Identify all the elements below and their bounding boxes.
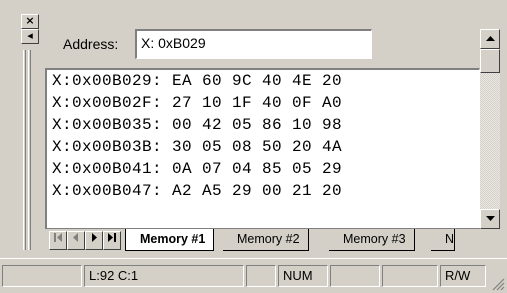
next-icon — [92, 233, 97, 242]
first-icon — [54, 233, 62, 242]
triangle-down-icon — [485, 216, 495, 221]
close-icon: × — [25, 14, 35, 27]
pin-icon: ◂ — [27, 29, 33, 42]
tab-memory-3[interactable]: Memory #3 — [329, 229, 415, 251]
tab-label: N — [445, 232, 455, 246]
tab-strip: Memory #1 Memory #2 Memory #3 N — [45, 228, 480, 252]
status-pane-empty — [330, 265, 380, 287]
tab-last-button[interactable] — [103, 231, 121, 250]
last-icon — [108, 233, 116, 242]
tab-next-button[interactable] — [85, 231, 103, 250]
prev-icon — [73, 233, 78, 242]
memory-line[interactable]: X:0x00B047: A2 A5 29 00 21 20 — [47, 180, 479, 202]
close-pane-button[interactable]: × — [21, 14, 39, 29]
tab-prev-button[interactable] — [67, 231, 85, 250]
vertical-scrollbar[interactable] — [480, 29, 500, 229]
memory-line[interactable]: X:0x00B03B: 30 05 08 50 20 4A — [47, 136, 479, 158]
tab-first-button[interactable] — [49, 231, 67, 250]
scroll-up-button[interactable] — [480, 29, 500, 49]
dock-grip-line[interactable] — [28, 50, 31, 250]
status-bar: L:92 C:1 NUM R/W — [0, 258, 507, 293]
status-num: NUM — [278, 265, 328, 287]
scroll-down-button[interactable] — [480, 209, 500, 229]
status-pane-empty — [382, 265, 438, 287]
memory-line[interactable]: X:0x00B035: 00 42 05 86 10 98 — [47, 114, 479, 136]
memory-line[interactable]: X:0x00B029: EA 60 9C 40 4E 20 — [47, 70, 479, 92]
status-pane-empty — [2, 265, 82, 287]
scroll-thumb[interactable] — [480, 49, 500, 73]
status-rw: R/W — [440, 265, 486, 287]
memory-line[interactable]: X:0x00B041: 0A 07 04 85 05 29 — [47, 158, 479, 180]
tab-label: Memory #3 — [343, 232, 406, 246]
status-pane-empty — [246, 265, 276, 287]
memory-line[interactable]: X:0x00B02F: 27 10 1F 40 0F A0 — [47, 92, 479, 114]
address-input[interactable]: X: 0xB029 — [135, 29, 372, 59]
dock-strip: × ◂ — [21, 14, 39, 254]
memory-window: × ◂ Address: X: 0xB029 X:0x00B029: EA 60… — [0, 0, 507, 256]
tab-memory-1[interactable]: Memory #1 — [125, 229, 215, 251]
tab-label: Memory #2 — [237, 232, 300, 246]
memory-dump[interactable]: X:0x00B029: EA 60 9C 40 4E 20 X:0x00B02F… — [45, 68, 480, 228]
size-grip-icon[interactable] — [491, 277, 505, 291]
address-label: Address: — [63, 36, 119, 52]
pin-pane-button[interactable]: ◂ — [21, 29, 39, 44]
tab-memory-2[interactable]: Memory #2 — [223, 229, 309, 251]
tab-label: Memory #1 — [140, 232, 206, 246]
tab-memory-4[interactable]: N — [431, 229, 456, 251]
dock-grip-line[interactable] — [23, 50, 26, 250]
triangle-up-icon — [485, 36, 495, 41]
status-position: L:92 C:1 — [84, 265, 244, 287]
